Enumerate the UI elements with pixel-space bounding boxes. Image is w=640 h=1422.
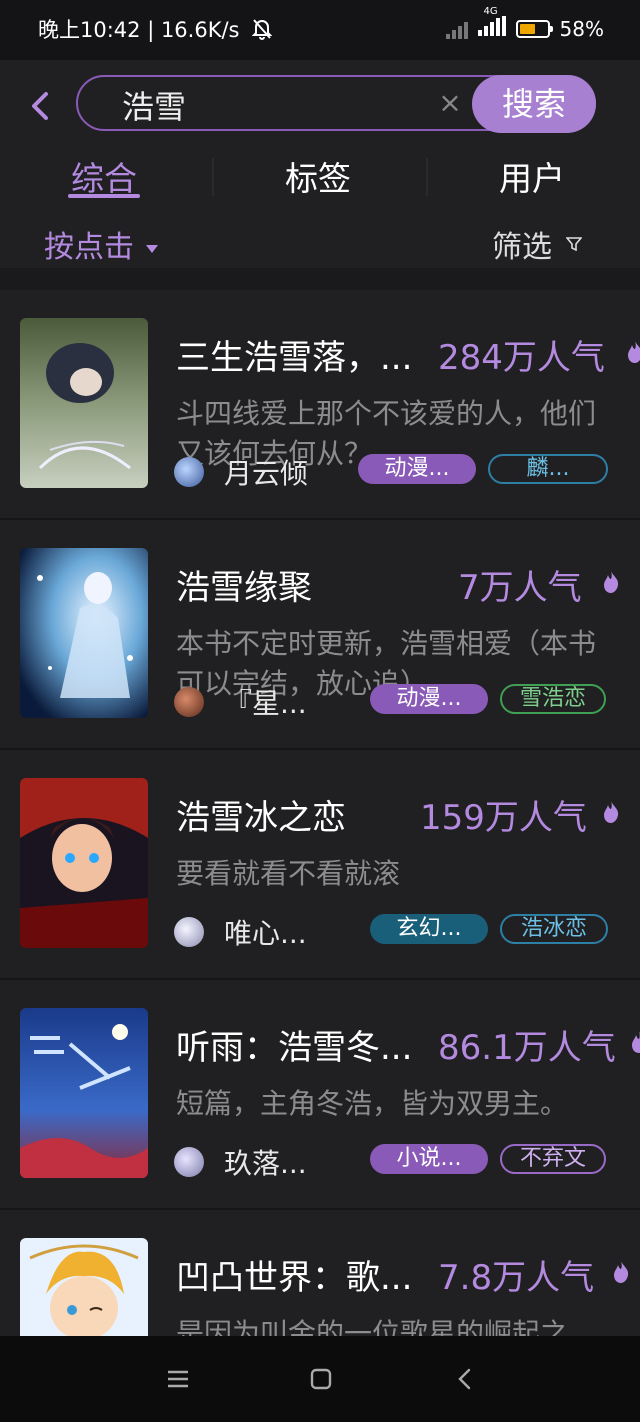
author-avatar (174, 457, 204, 487)
topic-tag[interactable]: 麟... (488, 454, 608, 484)
tab-divider (212, 158, 214, 196)
book-title: 三生浩雪落，... (176, 338, 413, 378)
author-link[interactable]: 『星... (174, 682, 354, 722)
header-divider (0, 268, 640, 290)
status-bar: 晚上10:42 | 16.6K/s 4G 58% (0, 0, 640, 60)
book-title: 浩雪冰之恋 (176, 798, 346, 838)
wifi-signal-icon (445, 19, 468, 39)
popularity-count: 284万人气 (438, 338, 605, 378)
category-tag[interactable]: 玄幻... (370, 914, 488, 944)
book-title: 浩雪缘聚 (176, 568, 312, 608)
battery-percent: 58% (559, 16, 604, 41)
popularity-count: 159万人气 (420, 798, 587, 838)
result-item[interactable]: 浩雪缘聚 7万人气 本书不定时更新，浩雪相爱（本书可以完结，放心追） 『星...… (0, 520, 640, 750)
back-arrow-icon[interactable] (28, 88, 52, 124)
fire-icon (630, 1030, 640, 1054)
book-cover[interactable] (20, 548, 148, 718)
author-name: 月云倾 (224, 457, 309, 490)
search-input[interactable] (120, 82, 424, 128)
search-button[interactable]: 搜索 (472, 75, 596, 133)
mute-bell-icon (251, 18, 273, 42)
author-avatar (174, 1147, 204, 1177)
topic-tag[interactable]: 不弃文 (500, 1144, 606, 1174)
category-tag[interactable]: 动漫... (370, 684, 488, 714)
book-cover[interactable] (20, 318, 148, 488)
book-cover[interactable] (20, 778, 148, 948)
menu-icon[interactable] (165, 1366, 191, 1392)
popularity-count: 86.1万人气 (438, 1028, 616, 1068)
book-cover[interactable] (20, 1238, 148, 1336)
tab-users[interactable]: 用户 (496, 152, 568, 200)
clear-icon[interactable]: × (436, 88, 464, 118)
author-name: 唯心... (224, 917, 307, 950)
author-link[interactable]: 玖落... (174, 1142, 354, 1182)
status-right: 4G 58% (445, 6, 604, 41)
cell-signal-icon: 4G (477, 6, 506, 41)
active-tab-underline (68, 194, 140, 198)
book-title: 凹凸世界：歌... (176, 1258, 413, 1298)
sort-dropdown[interactable]: 按点击 (44, 222, 158, 266)
author-name: 玖落... (224, 1147, 307, 1180)
tab-comprehensive[interactable]: 综合 (68, 152, 140, 200)
status-time-text: 晚上10:42 | 16.6K/s (38, 18, 240, 42)
fire-icon (612, 1260, 630, 1284)
tab-tags[interactable]: 标签 (282, 152, 354, 200)
author-link[interactable]: 唯心... (174, 912, 354, 952)
battery-icon (515, 19, 553, 38)
result-item[interactable]: 浩雪冰之恋 159万人气 要看就看不看就滚 唯心... 玄幻... 浩冰恋 (0, 750, 640, 980)
book-title: 听雨：浩雪冬... (176, 1028, 413, 1068)
filter-funnel-icon[interactable] (565, 236, 583, 252)
home-icon[interactable] (308, 1366, 334, 1392)
fire-icon (626, 340, 640, 364)
popularity-count: 7.8万人气 (438, 1258, 595, 1298)
topic-tag[interactable]: 浩冰恋 (500, 914, 608, 944)
result-item[interactable]: 三生浩雪落，... 284万人气 斗四线爱上那个不该爱的人，他们又该何去何从？ … (0, 290, 640, 520)
back-nav-icon[interactable] (452, 1366, 478, 1392)
fire-icon (602, 570, 620, 594)
caret-down-icon (146, 244, 158, 253)
category-tag[interactable]: 小说... (370, 1144, 488, 1174)
result-item[interactable]: 凹凸世界：歌... 7.8万人气 是因为叫金的一位歌星的崛起之 (0, 1210, 640, 1336)
result-item[interactable]: 听雨：浩雪冬... 86.1万人气 短篇，主角冬浩，皆为双男主。 玖落... 小… (0, 980, 640, 1210)
filter-button[interactable]: 筛选 (492, 222, 552, 266)
author-avatar (174, 917, 204, 947)
author-name: 『星... (224, 687, 307, 720)
status-time-speed: 晚上10:42 | 16.6K/s (38, 14, 273, 44)
book-cover[interactable] (20, 1008, 148, 1178)
tab-divider (426, 158, 428, 196)
network-type-label: 4G (483, 6, 498, 17)
author-link[interactable]: 月云倾 (174, 452, 354, 492)
topic-tag[interactable]: 雪浩恋 (500, 684, 606, 714)
popularity-count: 7万人气 (458, 568, 582, 608)
fire-icon (602, 800, 620, 824)
author-avatar (174, 687, 204, 717)
category-tag[interactable]: 动漫... (358, 454, 476, 484)
battery-fill (519, 23, 535, 34)
book-description: 是因为叫金的一位歌星的崛起之 (176, 1317, 569, 1336)
sort-label: 按点击 (44, 230, 134, 265)
